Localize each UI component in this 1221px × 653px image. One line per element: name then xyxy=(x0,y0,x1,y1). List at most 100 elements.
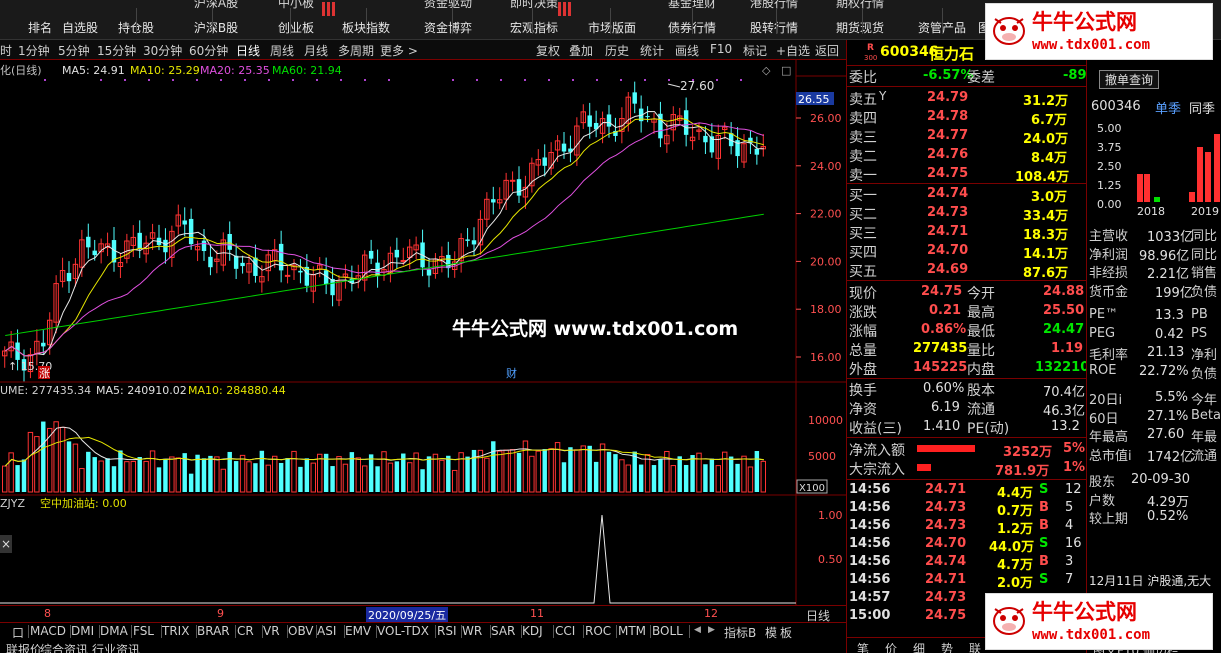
indicator-tab[interactable]: FSL xyxy=(133,624,154,638)
ask-price: 24.76 xyxy=(927,147,969,162)
bid-volume: 3.0万 xyxy=(1031,190,1068,205)
indicator-tab[interactable]: SAR xyxy=(491,624,515,638)
indicator-tab[interactable]: BOLL xyxy=(652,624,683,638)
toolbar-item[interactable]: 中小板 创业板 xyxy=(240,0,314,40)
indicator-tab[interactable]: MACD xyxy=(30,624,66,638)
toolbar-separator xyxy=(212,8,213,34)
tab-tool[interactable]: 历史 xyxy=(605,42,629,59)
indicator-tab[interactable]: KDJ xyxy=(522,624,543,638)
indicator-tab[interactable]: VR xyxy=(263,624,280,638)
tab-tool[interactable]: 统计 xyxy=(640,42,664,59)
indicator-tab[interactable]: EMV xyxy=(345,624,371,638)
vol-bar-up xyxy=(670,465,676,493)
bid-price: 24.74 xyxy=(927,186,969,201)
tab-period[interactable]: 60分钟 xyxy=(189,42,228,59)
date-axis-m9: 9 xyxy=(217,607,224,620)
f10-mode-quarter[interactable]: 单季 xyxy=(1155,98,1181,117)
indicator-tab[interactable]: OBV xyxy=(288,624,314,638)
toolbar-item[interactable]: 资管产品 xyxy=(882,0,966,40)
ind-axis-tick: 1.00 xyxy=(818,509,843,522)
indicator-tab[interactable]: DMI xyxy=(71,624,94,638)
f10-chart-axis-tick: 3.75 xyxy=(1097,141,1122,154)
price-axis-tick: 16.00 xyxy=(810,351,842,364)
tab-tool[interactable]: 叠加 xyxy=(569,42,593,59)
indicator-tab[interactable]: BRAR xyxy=(197,624,230,638)
indicator-tab[interactable]: VOL-TDX xyxy=(377,624,429,638)
watermark-url: www.tdx001.com xyxy=(1032,627,1151,643)
tab-tool[interactable]: 标记 xyxy=(743,42,767,59)
indicator-tab[interactable]: 板 xyxy=(780,624,792,641)
indicator-tab[interactable]: WR xyxy=(462,624,482,638)
quote-value: 0.21 xyxy=(929,303,962,318)
tab-tool[interactable]: F10 xyxy=(710,42,732,56)
f10-mode-yoy[interactable]: 同季 xyxy=(1189,98,1215,117)
toolbar-item[interactable]: 沪深A股 沪深B股 xyxy=(160,0,238,40)
vol-bar-down xyxy=(471,449,477,492)
candle-down xyxy=(632,92,637,104)
toolbar-item[interactable]: 港股行情 股转行情 xyxy=(714,0,798,40)
indicator-tab[interactable]: CCI xyxy=(555,624,575,638)
bid-volume: 87.6万 xyxy=(1023,266,1069,281)
tab-period[interactable]: 1分钟 xyxy=(18,42,50,59)
toolbar-item[interactable]: 基金理财债券行情 xyxy=(632,0,716,40)
tab-tool[interactable]: +自选 xyxy=(776,42,810,59)
tab-period[interactable]: 月线 xyxy=(304,42,328,59)
f10-chart-bar xyxy=(1197,147,1203,202)
vol-bar-down xyxy=(426,456,432,492)
indicator-tab-separator xyxy=(616,625,617,638)
cancel-query-button[interactable]: 撤单查询 xyxy=(1099,70,1160,89)
tab-period[interactable]: 更多 > xyxy=(380,42,418,59)
tab-period[interactable]: 15分钟 xyxy=(97,42,136,59)
scroll-left-icon[interactable]: ◀ xyxy=(694,625,701,635)
tick-time: 14:57 xyxy=(849,590,891,605)
indicator-tab[interactable]: 指标B xyxy=(724,624,756,641)
vol-bar-up xyxy=(34,436,40,493)
toolbar-item[interactable]: 即时决策 宏观指标 xyxy=(474,0,558,40)
tab-period[interactable]: 时 xyxy=(0,42,12,59)
toolbar-item[interactable]: 板块指数 xyxy=(306,0,390,40)
tab-period[interactable]: 30分钟 xyxy=(143,42,182,59)
indicator-tab[interactable]: TRIX xyxy=(162,624,189,638)
bottom-link[interactable]: 联报价 xyxy=(6,641,42,653)
ind-legend-value: 空中加油站: 0.00 xyxy=(40,496,127,510)
vol-bar-up xyxy=(509,449,516,493)
vol-axis-tick: 10000 xyxy=(808,414,843,427)
tab-tool[interactable]: 画线 xyxy=(675,42,699,59)
toolbar-item[interactable]: 持仓股 xyxy=(92,0,154,40)
indicator-tab[interactable]: MTM xyxy=(618,624,646,638)
signal-dot xyxy=(572,79,574,81)
toolbar-item[interactable]: 图文 xyxy=(950,0,1002,40)
bottom-link[interactable]: 综合资讯 xyxy=(40,641,88,653)
signal-dot xyxy=(644,79,646,81)
toolbar-separator xyxy=(532,8,533,34)
panel-divider xyxy=(847,479,1087,480)
indicator-tab[interactable]: ASI xyxy=(317,624,336,638)
scroll-right-icon[interactable]: ▶ xyxy=(708,625,715,635)
indicator-tab[interactable]: DMA xyxy=(100,624,128,638)
tab-tool[interactable]: 复权 xyxy=(536,42,560,59)
tab-period[interactable]: 周线 xyxy=(270,42,294,59)
indicator-tab[interactable]: 口 xyxy=(12,624,24,641)
tab-period[interactable]: 5分钟 xyxy=(58,42,90,59)
signal-dot xyxy=(124,79,126,81)
signal-dot xyxy=(364,79,366,81)
toolbar-item[interactable]: 自选股 xyxy=(36,0,98,40)
signal-dot xyxy=(244,79,246,81)
bottom-link[interactable]: 行业资讯 xyxy=(92,641,140,653)
toolbar-item[interactable]: 排名 xyxy=(0,0,52,40)
toolbar-item[interactable]: 期权行情 期货现货 xyxy=(800,0,884,40)
indicator-tab[interactable]: ROC xyxy=(585,624,611,638)
tab-period[interactable]: 日线 xyxy=(236,42,260,59)
candle-down xyxy=(587,115,592,127)
toolbar-item[interactable]: 资金驱动 资金博弈 xyxy=(388,0,472,40)
indicator-tab[interactable]: RSI xyxy=(437,624,457,638)
indicator-tab[interactable]: 模 xyxy=(765,624,777,641)
candle-down xyxy=(465,239,470,241)
vol-bar-down xyxy=(375,466,380,492)
vol-legend-ma10: MA10: 284880.44 xyxy=(188,384,286,397)
vol-bar-down xyxy=(658,459,663,492)
watermark-title: 牛牛公式网 xyxy=(1032,10,1137,34)
tab-period[interactable]: 多周期 xyxy=(338,42,374,59)
tab-tool[interactable]: 返回 xyxy=(815,42,839,59)
indicator-tab[interactable]: CR xyxy=(237,624,254,638)
